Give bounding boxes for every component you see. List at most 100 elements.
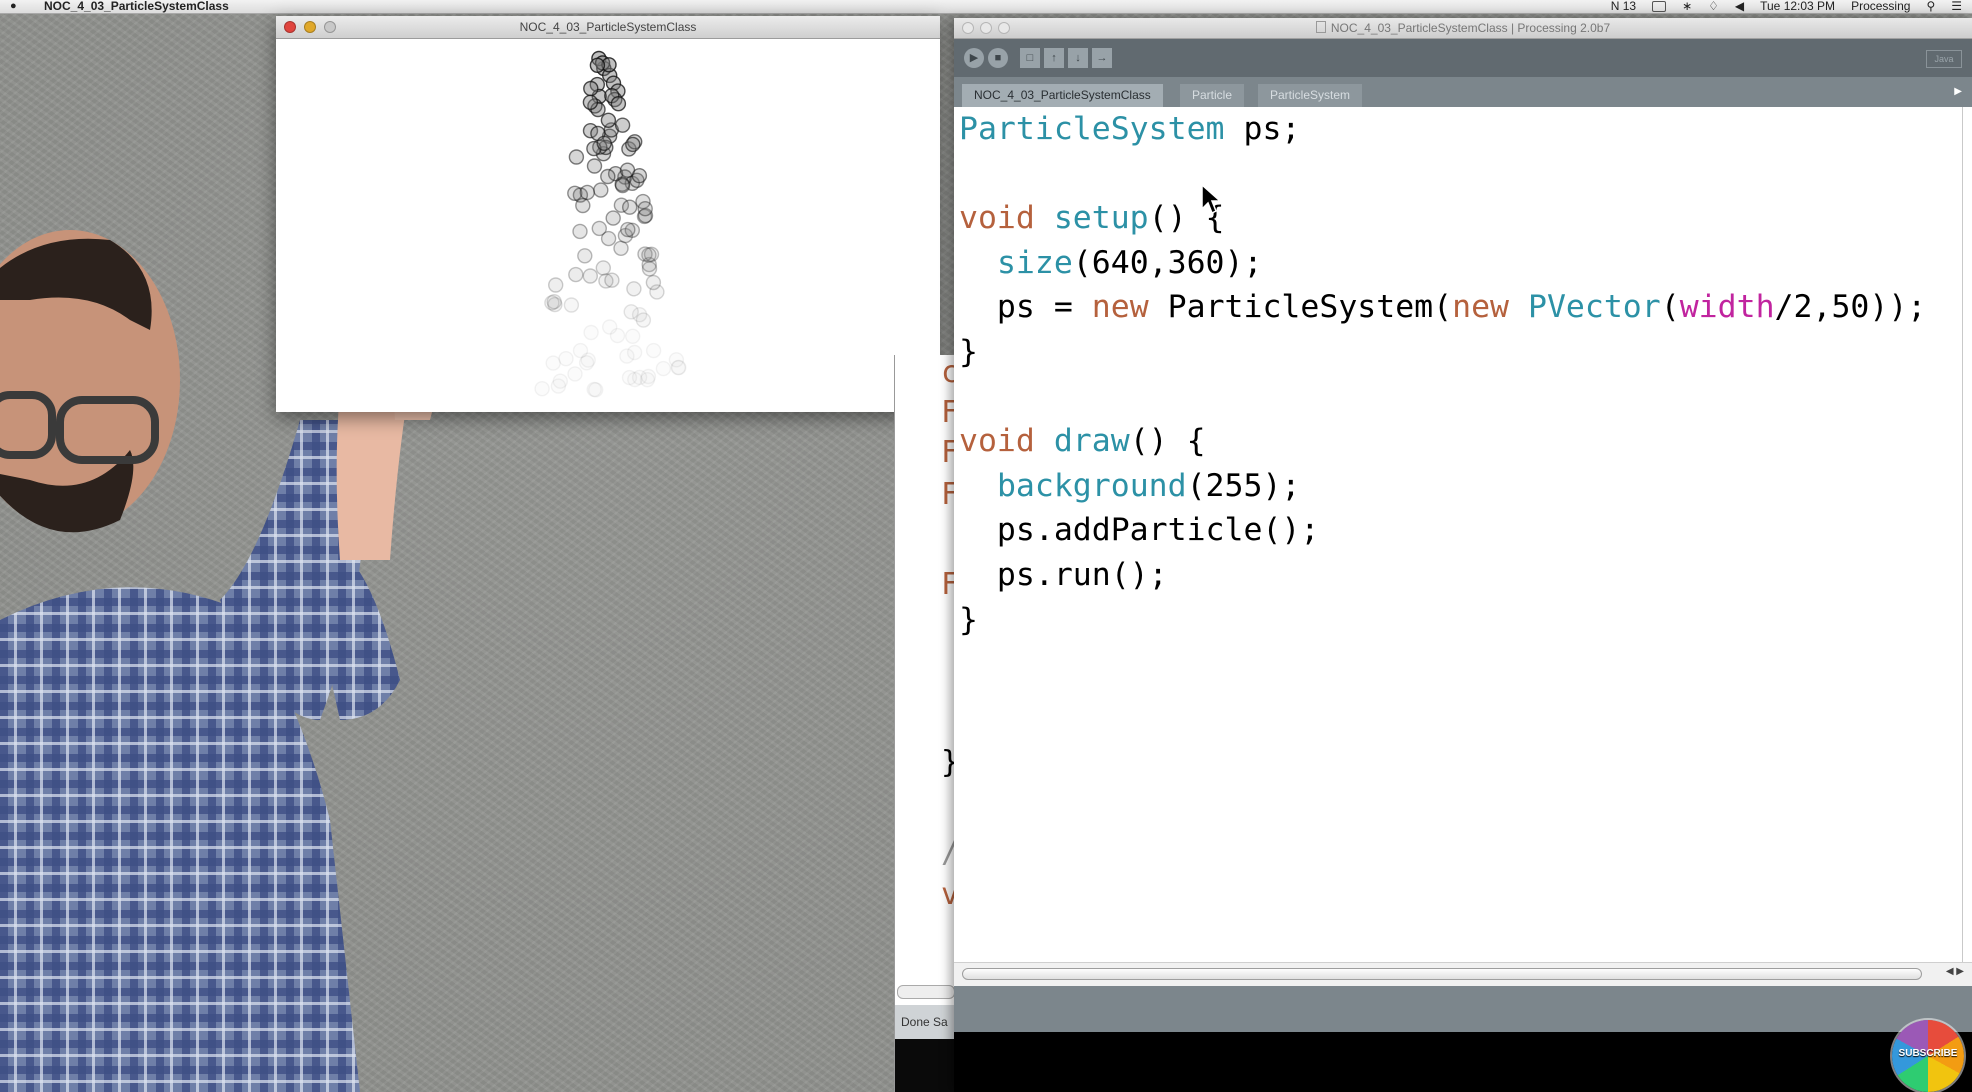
subscribe-label: SUBSCRIBE (1898, 1048, 1958, 1059)
code-line: background(255); (996, 467, 1301, 504)
particle (567, 366, 583, 382)
system-menu-bar: ● NOC_4_03_ParticleSystemClass N 13 ∗ ♢ … (0, 0, 1972, 14)
console-area (954, 1032, 1972, 1092)
stop-icon: ■ (994, 52, 1002, 64)
status-bar (954, 996, 1972, 1032)
menubar-app-title[interactable]: NOC_4_03_ParticleSystemClass (44, 0, 229, 13)
wifi-icon[interactable]: ♢ (1708, 0, 1719, 13)
export-button[interactable]: → (1092, 48, 1112, 68)
particle (610, 95, 627, 112)
particle (645, 274, 662, 291)
particle (637, 200, 653, 217)
horizontal-scrollbar[interactable] (897, 985, 955, 999)
horizontal-scroll-area: ◀ ▶ (954, 962, 1972, 987)
particle (600, 168, 616, 185)
code-line: ParticleSystem ps; (959, 111, 1301, 147)
tab-particle[interactable]: Particle (1180, 84, 1245, 107)
particle (548, 277, 564, 293)
status-text: Done Sa (895, 1005, 955, 1039)
particle (641, 247, 657, 263)
list-icon[interactable]: ☰ (1951, 0, 1962, 13)
particle (625, 328, 641, 344)
particle (627, 371, 643, 388)
mouse-cursor-icon (1201, 183, 1222, 215)
minimize-icon[interactable] (980, 22, 992, 34)
stop-button[interactable]: ■ (988, 48, 1008, 68)
code-line: } (959, 333, 978, 370)
open-button[interactable]: ↑ (1044, 48, 1064, 68)
particle (620, 221, 636, 238)
particle (613, 240, 629, 257)
code-editor[interactable]: ParticleSystem ps; void setup() { size(6… (954, 107, 1962, 962)
particle (600, 112, 617, 129)
ide-toolbar: ▶ ■ □ ↑ ↓ → Java (954, 39, 1972, 77)
close-icon[interactable] (962, 22, 974, 34)
processing-ide-window: NOC_4_03_ParticleSystemClass | Processin… (954, 18, 1972, 1092)
particle (639, 372, 656, 388)
code-line: ps = new ParticleSystem(new PVector(widt… (959, 289, 1927, 326)
particle (586, 158, 603, 174)
tab-menu-arrow-icon[interactable]: ▶ (1954, 86, 1962, 97)
code-line: } (959, 601, 978, 638)
console-divider[interactable] (954, 986, 1972, 996)
particle (582, 268, 598, 284)
ide-titlebar: NOC_4_03_ParticleSystemClass | Processin… (954, 18, 1972, 39)
zoom-icon[interactable] (324, 21, 336, 33)
code-line: void draw() { (959, 423, 1206, 460)
new-button[interactable]: □ (1020, 48, 1040, 68)
tab-main-sketch[interactable]: NOC_4_03_ParticleSystemClass (962, 84, 1163, 107)
console-area (895, 1039, 955, 1092)
run-button[interactable]: ▶ (964, 48, 984, 68)
particle (655, 360, 672, 377)
particle (572, 223, 588, 240)
document-icon (1315, 21, 1326, 33)
code-line: void setup() { (959, 200, 1225, 237)
particle (589, 57, 606, 73)
zoom-icon[interactable] (998, 22, 1010, 34)
menubar-clock[interactable]: Tue 12:03 PM (1760, 0, 1835, 13)
sketch-canvas[interactable] (276, 38, 940, 412)
menubar-status-item[interactable]: N 13 (1611, 0, 1636, 13)
airplay-icon[interactable] (1652, 1, 1667, 12)
particle (579, 184, 595, 201)
ide-tab-bar: NOC_4_03_ParticleSystemClass Particle Pa… (954, 77, 1972, 107)
scroll-arrows-icon[interactable]: ◀ ▶ (1946, 966, 1964, 977)
spotlight-icon[interactable]: ⚲ (1926, 0, 1935, 13)
code-line: size(640,360); (996, 244, 1263, 281)
background-editor-window: c F F F F } / v Done Sa (894, 355, 959, 1092)
minimize-icon[interactable] (304, 21, 316, 33)
menubar-user[interactable]: Processing (1851, 0, 1910, 13)
particle (593, 182, 609, 198)
particle (631, 167, 648, 184)
subscribe-button[interactable]: SUBSCRIBE (1892, 1020, 1964, 1092)
code-line: ps.run(); (959, 556, 1168, 593)
particle (575, 197, 591, 214)
bluetooth-icon[interactable]: ∗ (1682, 0, 1692, 13)
mode-selector[interactable]: Java (1926, 50, 1962, 68)
volume-icon[interactable]: ◀ (1735, 0, 1744, 13)
particle (600, 230, 617, 247)
particle (595, 260, 611, 276)
sketch-titlebar: NOC_4_03_ParticleSystemClass (276, 16, 940, 39)
particle (582, 94, 599, 111)
particle (622, 199, 638, 215)
particle (609, 327, 626, 344)
tab-particle-system[interactable]: ParticleSystem (1258, 84, 1363, 107)
particle (635, 312, 652, 328)
particle (586, 381, 602, 398)
open-icon: ↑ (1051, 52, 1057, 64)
horizontal-scrollbar[interactable] (962, 968, 1922, 980)
play-icon: ▶ (969, 52, 979, 64)
save-button[interactable]: ↓ (1068, 48, 1088, 68)
particle (583, 324, 599, 341)
vertical-scrollbar[interactable] (1962, 107, 1972, 962)
particle (577, 248, 593, 264)
close-icon[interactable] (284, 21, 296, 33)
particle (614, 117, 631, 133)
apple-menu-icon[interactable]: ● (10, 0, 17, 13)
particle (558, 351, 574, 367)
save-icon: ↓ (1075, 52, 1081, 64)
particle (604, 272, 620, 288)
code-text[interactable]: ParticleSystem ps; void setup() { size(6… (959, 107, 1926, 642)
particle (626, 281, 642, 297)
